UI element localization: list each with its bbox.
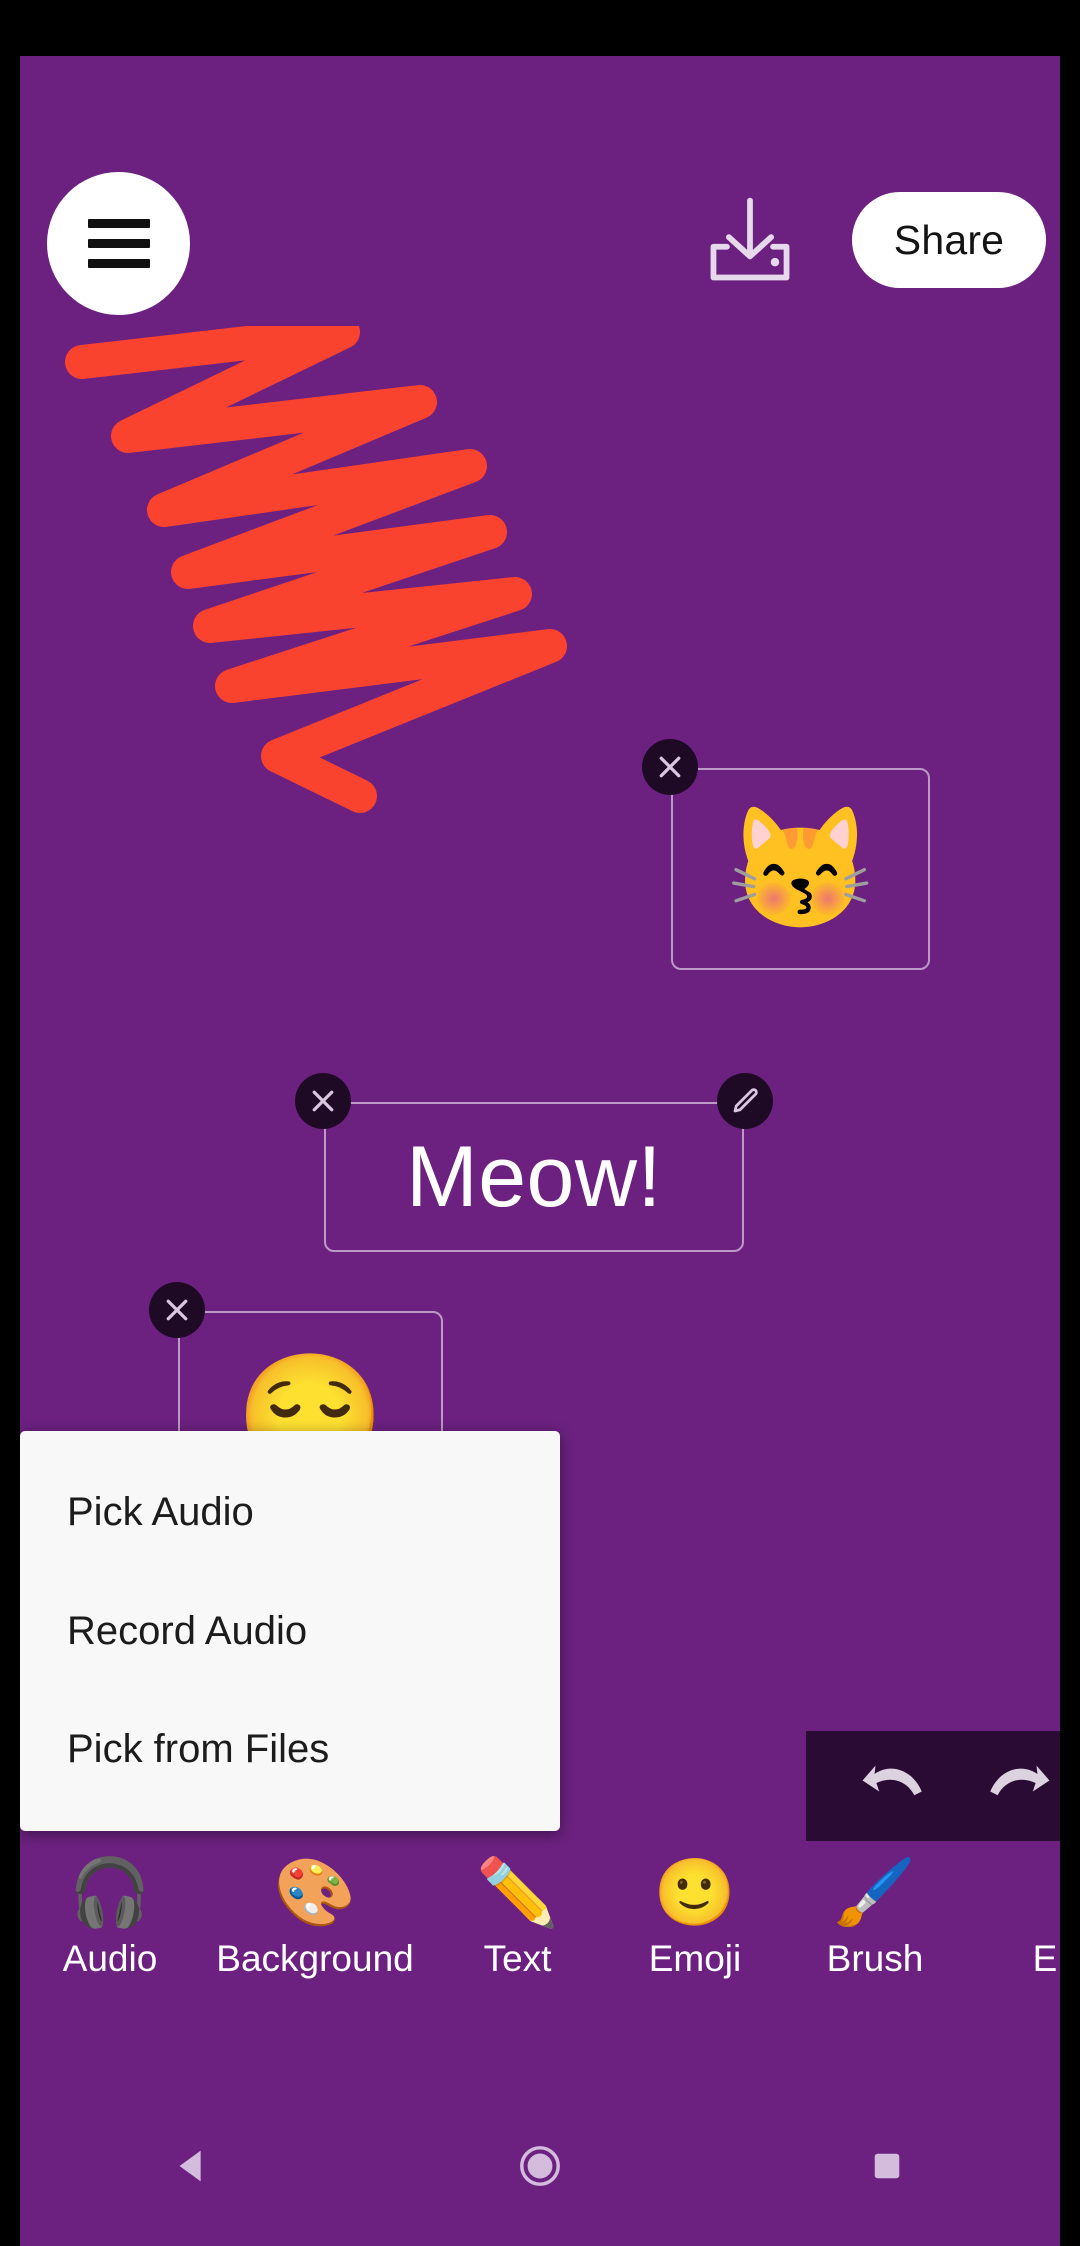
menu-item-record-audio[interactable]: Record Audio (20, 1572, 560, 1691)
hamburger-menu-icon (87, 239, 150, 248)
undo-button[interactable] (857, 1758, 931, 1814)
tool-label: E (1032, 1938, 1058, 1979)
back-nav-button[interactable] (133, 2116, 253, 2216)
tool-label: Audio (62, 1938, 158, 1979)
tool-brush[interactable]: 🖌️ Brush (785, 1846, 965, 1980)
meow-text-value: Meow! (406, 1128, 662, 1225)
android-navigation-bar (20, 2086, 1060, 2246)
kissing-cat-sticker[interactable]: 😽 (642, 739, 930, 970)
hamburger-menu-button[interactable] (47, 172, 190, 315)
tool-label: Emoji (648, 1938, 742, 1979)
home-nav-button[interactable] (480, 2116, 600, 2216)
redo-button[interactable] (981, 1758, 1055, 1814)
history-controls (806, 1731, 1060, 1841)
kissing-cat-emoji: 😽 (725, 802, 876, 936)
headphones-icon: 🎧 (68, 1855, 152, 1929)
menu-item-label: Pick Audio (67, 1489, 254, 1534)
hamburger-menu-icon (87, 219, 150, 228)
menu-item-label: Record Audio (67, 1608, 308, 1653)
paintbrush-icon: 🖌️ (833, 1855, 917, 1929)
audio-source-popup-menu[interactable]: Pick Audio Record Audio Pick from Files (20, 1431, 560, 1831)
palette-icon: 🎨 (273, 1855, 357, 1929)
tool-label: Background (216, 1938, 414, 1979)
menu-item-pick-from-files[interactable]: Pick from Files (20, 1690, 560, 1809)
tool-label: Text (483, 1938, 552, 1979)
tool-background[interactable]: 🎨 Background (200, 1846, 430, 1980)
menu-item-label: Pick from Files (67, 1727, 330, 1772)
delete-text-handle[interactable] (295, 1073, 351, 1129)
recents-nav-button[interactable] (827, 2116, 947, 2216)
tool-audio[interactable]: 🎧 Audio (20, 1846, 200, 1980)
app-screen: 😽 Meow! 😌 Share Pick Audio Record Audio … (20, 56, 1060, 2246)
red-zigzag-scribble (65, 326, 567, 813)
tool-next-partial[interactable]: E (965, 1846, 1060, 1980)
delete-sticker-handle[interactable] (642, 739, 698, 795)
tool-text[interactable]: ✏️ Text (430, 1846, 605, 1980)
hamburger-menu-icon (87, 259, 150, 268)
delete-sticker-handle[interactable] (149, 1282, 205, 1338)
top-toolbar: Share (20, 56, 1060, 315)
save-download-icon[interactable] (700, 196, 800, 286)
tool-label: Brush (826, 1938, 924, 1979)
pencil-icon: ✏️ (476, 1855, 559, 1929)
edit-text-handle[interactable] (717, 1073, 773, 1129)
share-button[interactable]: Share (852, 192, 1046, 288)
share-button-label: Share (893, 216, 1005, 263)
menu-item-pick-audio[interactable]: Pick Audio (20, 1453, 560, 1572)
editor-tool-strip[interactable]: 🎧 Audio 🎨 Background ✏️ Text 🙂 Emoji 🖌️ … (20, 1846, 1060, 2006)
meow-text-sticker[interactable]: Meow! (295, 1073, 773, 1252)
tool-emoji[interactable]: 🙂 Emoji (605, 1846, 785, 1980)
smiley-icon: 🙂 (653, 1855, 737, 1929)
